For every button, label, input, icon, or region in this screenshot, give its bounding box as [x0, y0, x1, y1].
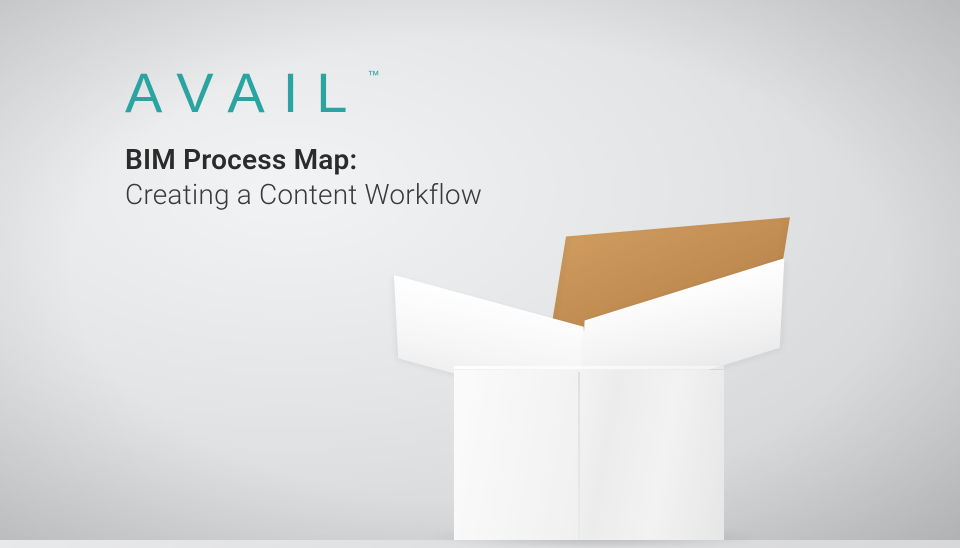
box-body-left-face — [454, 370, 579, 540]
trademark-symbol: ™ — [367, 68, 379, 82]
headline-light: Creating a Content Workflow — [125, 178, 482, 211]
brand-logo: AVAIL™ — [125, 60, 365, 125]
box-rim-highlight — [454, 366, 724, 369]
open-box-illustration — [370, 200, 800, 540]
hero-text-block: AVAIL™ BIM Process Map: Creating a Conte… — [125, 60, 482, 211]
headline-bold: BIM Process Map: — [125, 143, 482, 176]
box-corner-crease — [578, 372, 580, 540]
logo-text: AVAIL — [125, 61, 365, 124]
